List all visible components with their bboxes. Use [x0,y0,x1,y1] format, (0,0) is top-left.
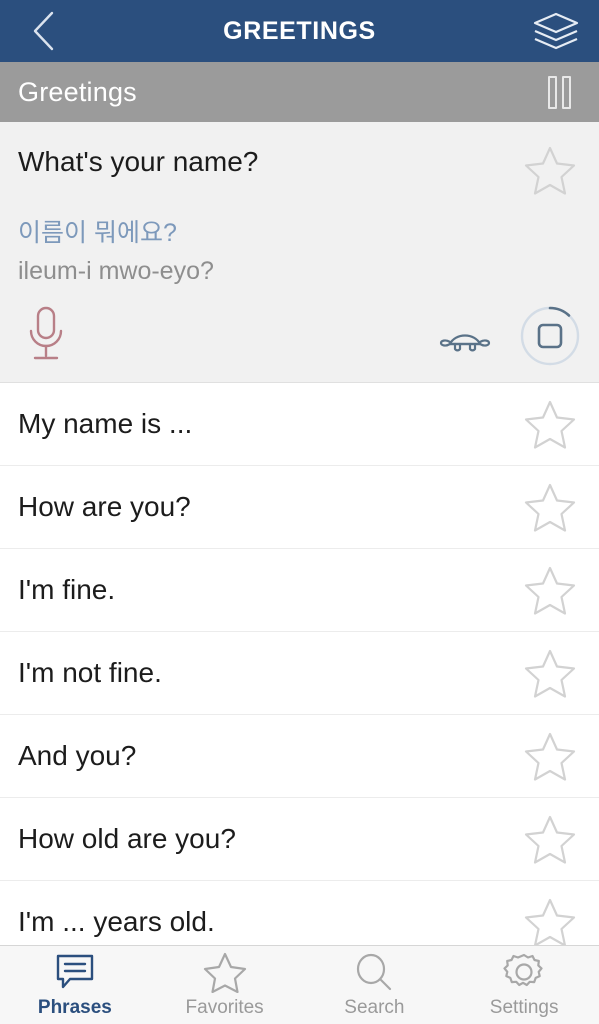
star-outline-icon [524,566,576,615]
chevron-left-icon [33,11,54,51]
app-root: GREETINGS Greetings What's your name? 이름… [0,0,599,1024]
phrase-row[interactable]: I'm not fine. [0,632,599,715]
favorite-star-button[interactable] [519,730,581,782]
favorite-star-button[interactable] [519,564,581,616]
card-korean-text: 이름이 뭐에요? [18,219,177,247]
phrase-row[interactable]: And you? [0,715,599,798]
phrase-row[interactable]: How old are you? [0,798,599,881]
section-header: Greetings [0,62,599,122]
tab-label-phrases: Phrases [37,996,112,1018]
section-title: Greetings [18,76,137,107]
star-outline-icon [524,815,576,864]
layers-icon [533,12,579,50]
tab-bar: Phrases Favorites Search Settings [0,945,599,1024]
page-title: GREETINGS [223,16,376,45]
phrase-row[interactable]: I'm ... years old. [0,881,599,945]
expanded-phrase-card[interactable]: What's your name? 이름이 뭐에요? ileum-i mwo-e… [0,122,599,383]
favorite-star-button[interactable] [519,144,581,196]
favorite-star-button[interactable] [519,647,581,699]
phrase-row[interactable]: I'm fine. [0,549,599,632]
stop-icon [520,306,580,366]
tab-settings[interactable]: Settings [449,946,599,1024]
tab-label-search: Search [344,996,405,1018]
tab-label-favorites: Favorites [185,996,264,1018]
star-outline-icon [203,952,247,993]
navigation-bar: GREETINGS [0,0,599,62]
microphone-icon [29,306,63,359]
pause-icon-bar-right [562,75,571,109]
phrase-row[interactable]: My name is ... [0,383,599,466]
card-audio-controls [18,304,581,368]
phrase-row-label: I'm ... years old. [18,906,215,937]
slow-playback-button[interactable] [437,315,493,357]
speech-bubble-icon [53,952,97,992]
stop-playback-button[interactable] [519,305,581,367]
star-outline-icon [524,898,576,945]
layers-button[interactable] [513,0,599,62]
favorite-star-button[interactable] [519,481,581,533]
phrase-row-label: My name is ... [18,408,193,439]
playback-controls [437,305,581,367]
turtle-icon [439,334,491,352]
star-outline-icon [524,732,576,781]
tab-label-settings: Settings [489,996,559,1018]
gear-icon [502,952,546,992]
phrase-row-label: I'm not fine. [18,657,162,688]
favorite-star-button[interactable] [519,398,581,450]
star-outline-icon [524,483,576,532]
phrase-list[interactable]: What's your name? 이름이 뭐에요? ileum-i mwo-e… [0,122,599,945]
phrase-row-label: How old are you? [18,823,236,854]
favorite-star-button[interactable] [519,813,581,865]
card-transliteration-text: ileum-i mwo-eyo? [18,257,214,285]
pause-button[interactable] [538,72,581,113]
record-microphone-button[interactable] [18,301,74,372]
phrase-row-label: And you? [18,740,137,771]
phrase-row-label: I'm fine. [18,574,116,605]
back-button[interactable] [0,0,86,62]
tab-favorites[interactable]: Favorites [150,946,300,1024]
tab-search[interactable]: Search [300,946,450,1024]
phrase-row-label: How are you? [18,491,191,522]
phrase-rows-container: My name is ... How are you? I'm fine. I'm n… [0,383,599,945]
star-outline-icon [524,649,576,698]
star-outline-icon [524,400,576,449]
favorite-star-button[interactable] [519,896,581,945]
tab-phrases[interactable]: Phrases [0,946,150,1024]
star-outline-icon [524,146,576,195]
pause-icon-bar-left [548,75,557,109]
card-header: What's your name? [18,144,581,196]
card-phrase-text: What's your name? [18,146,259,177]
phrase-row[interactable]: How are you? [0,466,599,549]
magnifier-icon [352,952,396,992]
